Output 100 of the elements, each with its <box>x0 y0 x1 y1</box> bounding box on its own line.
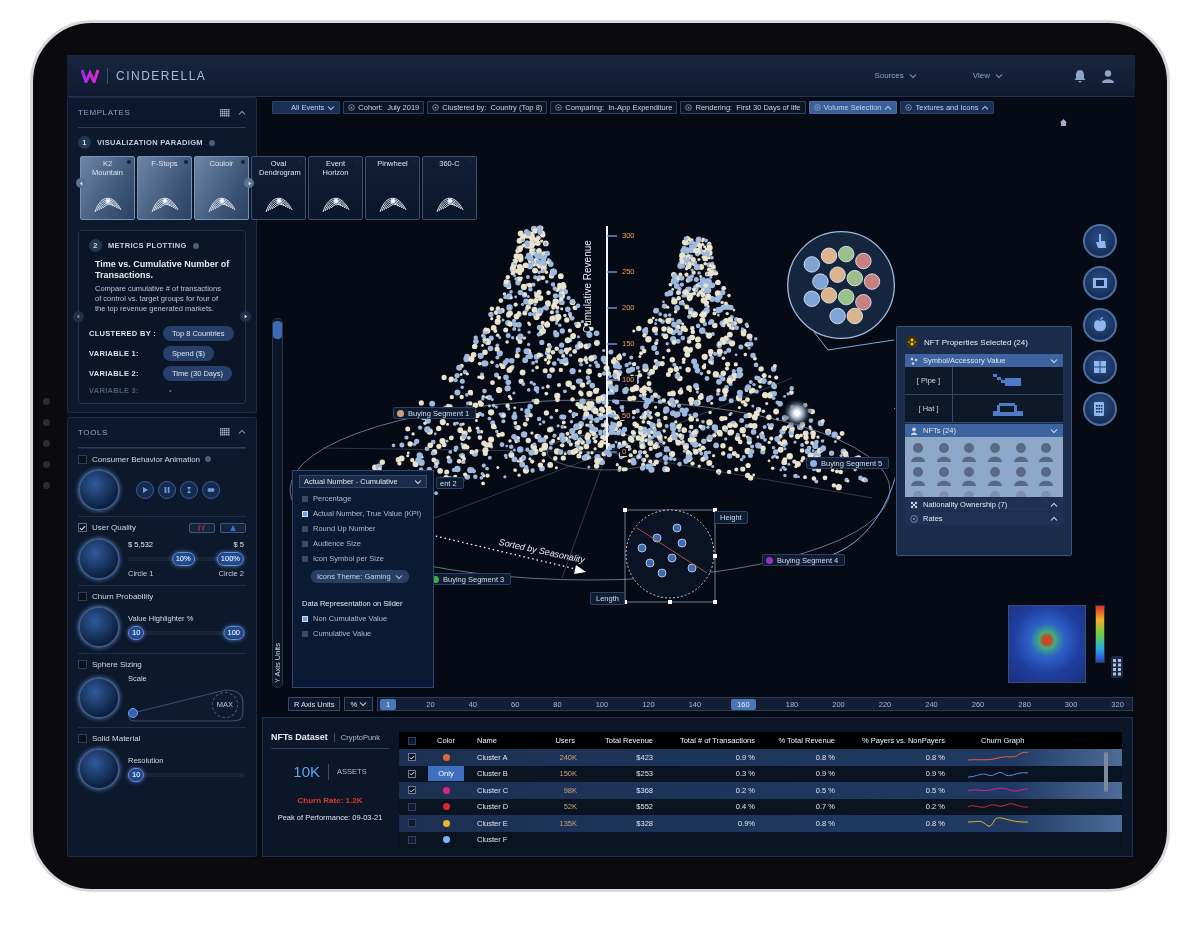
filter-icon <box>432 104 440 111</box>
sphere-orb-icon <box>78 747 120 790</box>
panel-title: NFT Properties Selected (24) <box>924 337 1028 347</box>
checkbox[interactable] <box>408 835 416 844</box>
coin-icon <box>905 335 919 349</box>
chevron-icon <box>981 104 990 111</box>
tool-round-button[interactable] <box>1083 224 1117 258</box>
hourglass-icon <box>185 485 193 494</box>
tool-label: Solid Material <box>92 733 141 743</box>
filter-icon <box>555 104 563 111</box>
y-axis-slider[interactable] <box>272 318 283 688</box>
cluster-icon <box>910 500 918 509</box>
mode-button[interactable] <box>189 522 215 533</box>
chevron-icon <box>238 109 246 116</box>
sparkline <box>967 751 1029 764</box>
hourglass-button[interactable] <box>180 480 198 499</box>
tool-round-button[interactable] <box>1083 350 1117 384</box>
chevron-icon <box>238 429 246 436</box>
pause-button[interactable] <box>158 480 176 499</box>
play-button[interactable] <box>136 480 154 499</box>
status-dot-icon <box>184 160 188 164</box>
filter-icon <box>685 104 693 111</box>
churn-rate: Churn Rate: 1.2K <box>297 796 363 805</box>
info-icon[interactable] <box>192 242 199 249</box>
checkbox[interactable] <box>302 495 308 502</box>
tool-label: Sphere Sizing <box>92 659 142 669</box>
status-dot-icon <box>241 160 245 164</box>
asset-count: 10K <box>293 763 321 780</box>
scrollbar[interactable] <box>1104 752 1108 792</box>
window-panes-icon <box>1091 358 1109 376</box>
nodes-icon <box>910 356 918 365</box>
user-icon[interactable] <box>1101 68 1115 83</box>
axis-title: Cumulative Revenue <box>582 240 593 333</box>
menu-button[interactable]: Sources <box>874 71 917 80</box>
sphere-size-orb-icon <box>78 676 120 719</box>
checkbox[interactable] <box>408 736 416 745</box>
triangle-icon <box>229 524 237 531</box>
rate-icon <box>910 514 918 523</box>
sphere-orb-icon <box>78 605 120 648</box>
checkbox[interactable] <box>408 769 416 778</box>
checkbox[interactable] <box>78 523 87 533</box>
panel-title: TOOLS <box>78 427 108 437</box>
tool-round-button[interactable] <box>1083 266 1117 300</box>
checkbox[interactable] <box>78 591 87 601</box>
filter-icon <box>905 104 913 111</box>
checkbox[interactable] <box>302 525 308 532</box>
loop-button[interactable] <box>202 480 220 499</box>
tool-label: Churn Probability <box>92 591 154 601</box>
checkbox[interactable] <box>408 819 416 828</box>
tool-round-button[interactable] <box>1083 392 1117 426</box>
avatar-icon[interactable] <box>908 440 928 462</box>
info-icon[interactable] <box>208 139 215 146</box>
grid-icon[interactable] <box>1111 656 1123 678</box>
info-icon[interactable] <box>205 456 212 463</box>
chevron-icon <box>414 478 422 485</box>
checkbox[interactable] <box>78 733 87 743</box>
checkbox[interactable] <box>408 802 416 811</box>
slider-thumb[interactable] <box>273 321 282 339</box>
pause-icon <box>163 485 171 494</box>
color-scale-bar <box>1095 605 1105 663</box>
checkbox[interactable] <box>78 454 87 464</box>
tool-label: Consumer Behavior Animation <box>92 454 201 464</box>
chevron-icon <box>1050 427 1058 434</box>
avatar-icon[interactable] <box>985 464 1005 486</box>
app-title: CINDERELLA <box>116 68 207 83</box>
grid-icon[interactable] <box>220 108 230 117</box>
tool-round-button[interactable] <box>1083 308 1117 342</box>
home-icon[interactable] <box>1059 118 1068 127</box>
play-icon <box>141 485 149 494</box>
notification-bell-icon[interactable] <box>1073 68 1087 83</box>
chevron-icon <box>995 72 1003 79</box>
checkbox[interactable] <box>408 786 416 795</box>
chevron-icon <box>884 104 893 111</box>
chevron-icon <box>359 701 368 707</box>
person-icon <box>910 426 918 435</box>
filter-icon <box>348 104 356 111</box>
metric-heading: Time vs. Cumulative Number of Transactions. <box>95 259 231 282</box>
grid-icon[interactable] <box>220 428 230 437</box>
menu-button[interactable]: View <box>972 71 1003 80</box>
dataset-title: NFTs Dataset <box>271 732 328 742</box>
slider-thumb[interactable] <box>128 707 138 718</box>
checkbox[interactable] <box>302 630 308 637</box>
apple-icon <box>1091 316 1109 334</box>
avatar-icon[interactable] <box>908 464 928 486</box>
checkbox[interactable] <box>408 753 416 762</box>
logo-icon <box>81 68 99 83</box>
status-dot-icon <box>127 160 131 164</box>
filter-icon <box>813 104 821 111</box>
chevron-icon <box>327 104 336 111</box>
chevron-icon <box>908 72 917 79</box>
checkbox[interactable] <box>302 540 308 547</box>
sparkline <box>967 817 1029 830</box>
checkbox[interactable] <box>302 555 308 562</box>
checkbox[interactable] <box>78 659 87 669</box>
avatar-icon[interactable] <box>985 440 1005 462</box>
bars-icon <box>198 524 206 531</box>
tool-label: User Quality <box>92 523 136 533</box>
mode-button[interactable] <box>220 522 246 533</box>
chevron-icon <box>394 573 403 580</box>
loop-icon <box>207 485 215 494</box>
